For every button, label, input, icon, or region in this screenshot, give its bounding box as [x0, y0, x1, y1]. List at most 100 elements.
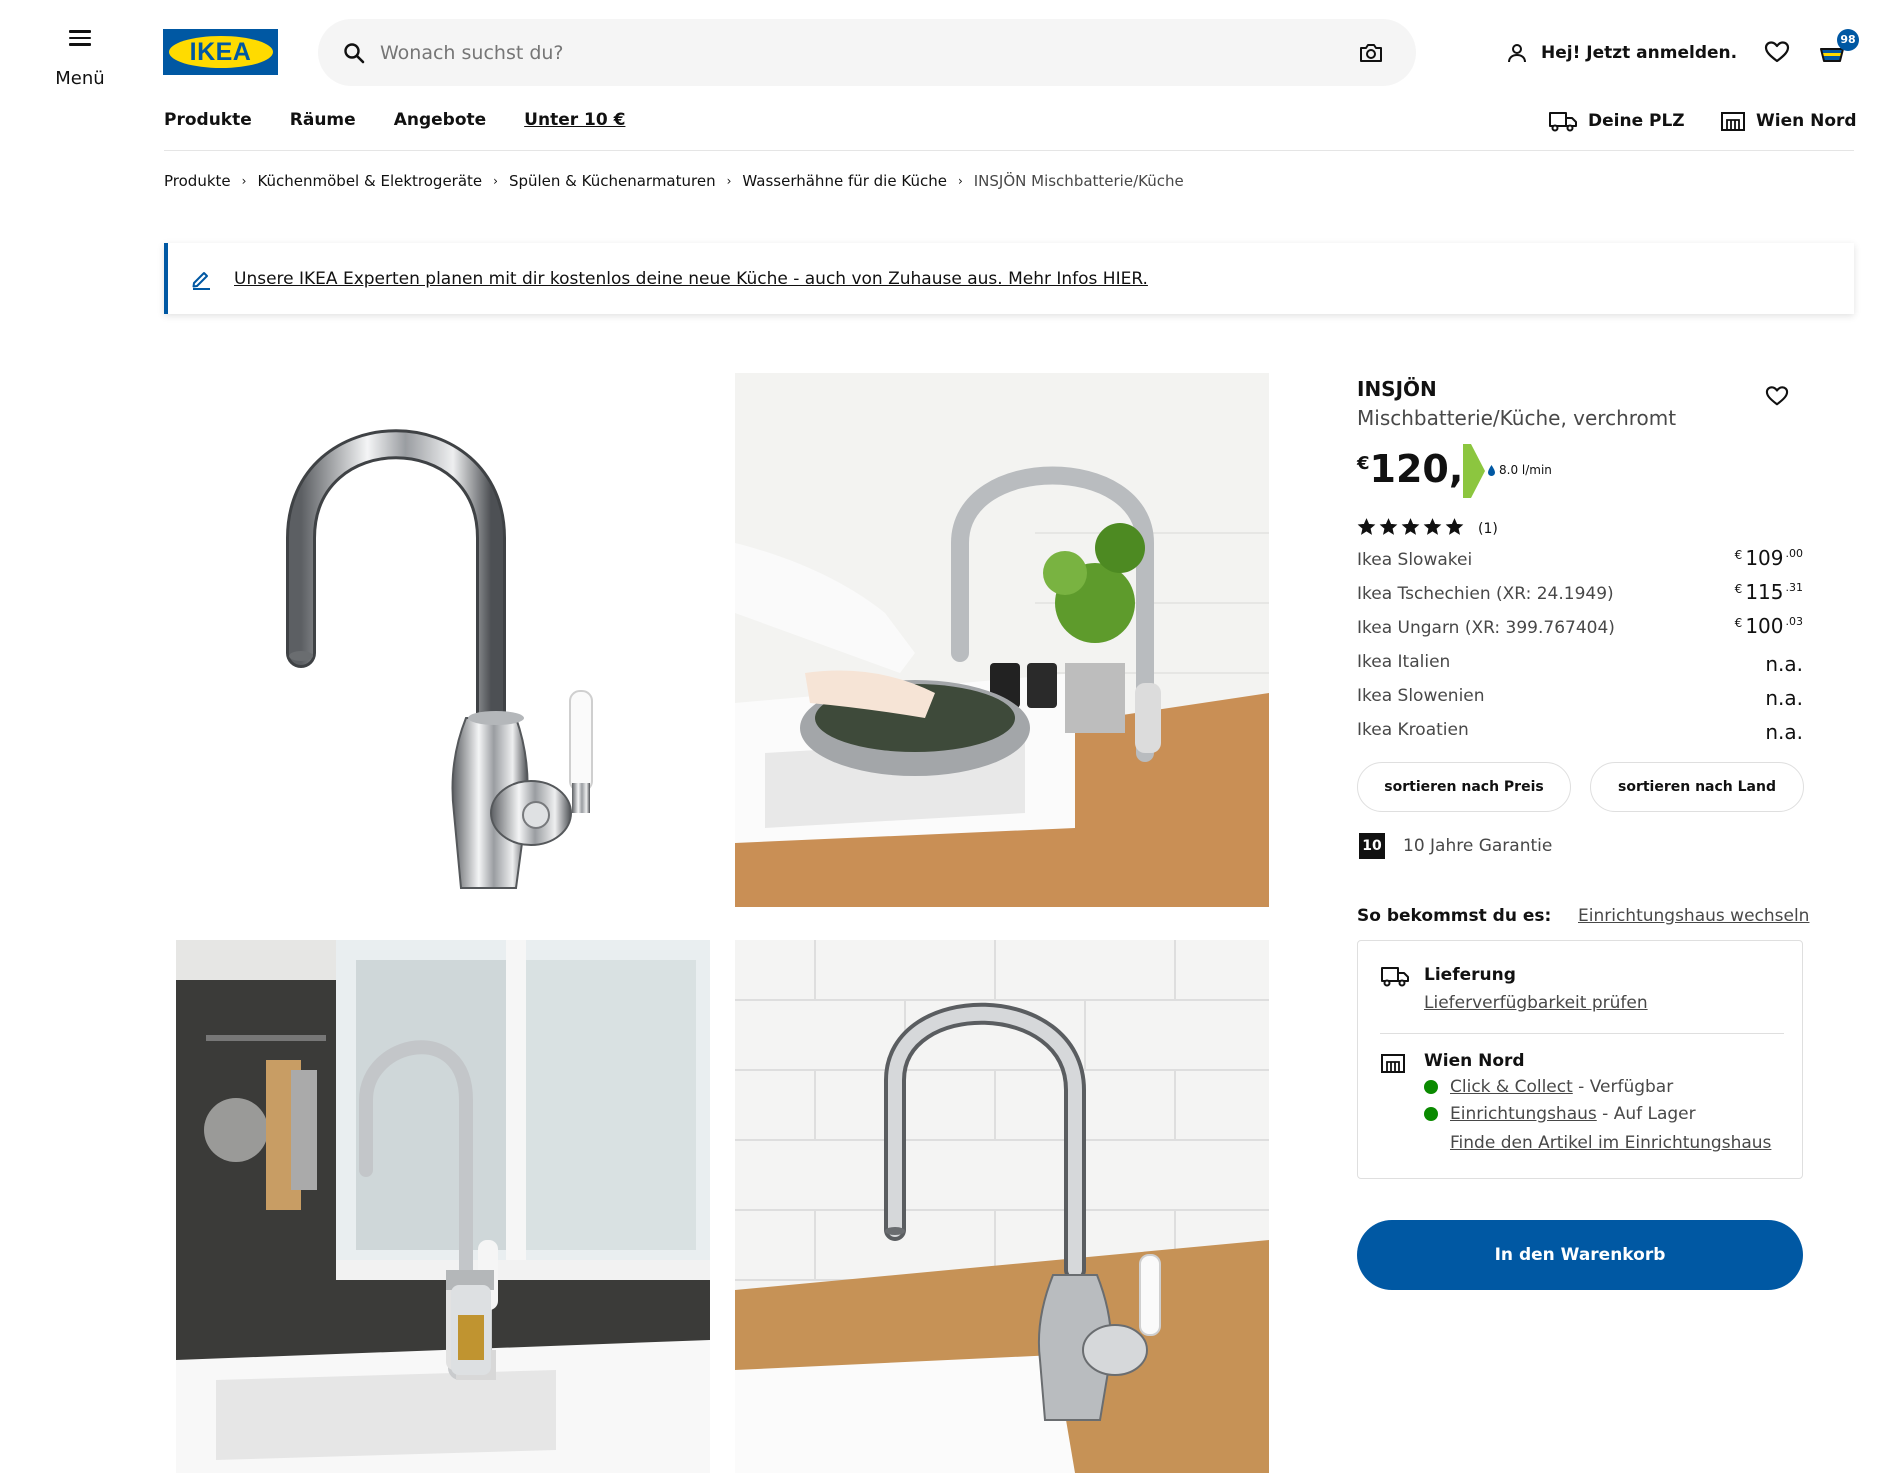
breadcrumb-wasserhaehne[interactable]: Wasserhähne für die Küche [742, 172, 947, 190]
main-navigation: Produkte Räume Angebote Unter 10 € [164, 110, 625, 130]
euro-sign: € [1734, 616, 1743, 630]
water-efficiency-label[interactable] [1463, 444, 1485, 498]
change-store-link[interactable]: Einrichtungshaus wechseln [1578, 906, 1809, 926]
price-main: 115 [1745, 580, 1784, 604]
country-link[interactable]: Ikea Slowakei [1357, 550, 1472, 570]
water-drop-icon [1488, 464, 1495, 476]
search-input[interactable] [380, 33, 1280, 73]
availability-heading: So bekommst du es: [1357, 906, 1552, 926]
price-compare-row: Ikea Italien n.a. [1357, 648, 1803, 678]
truck-icon [1549, 112, 1577, 132]
store-link[interactable]: Einrichtungshaus [1450, 1104, 1597, 1124]
product-image-window-sink[interactable] [176, 940, 710, 1473]
price-compare-row: Ikea Tschechien (XR: 24.1949) €115.31 [1357, 580, 1803, 610]
postal-label: Deine PLZ [1588, 111, 1685, 131]
store-button[interactable]: Wien Nord [1720, 110, 1857, 132]
product-image-lifestyle-sink[interactable] [735, 373, 1269, 907]
store-icon [1721, 112, 1745, 131]
postal-code-button[interactable]: Deine PLZ [1548, 110, 1685, 132]
camera-icon[interactable] [1358, 41, 1384, 65]
chevron-right-icon: › [957, 174, 963, 188]
breadcrumb-current: INSJÖN Mischbatterie/Küche [973, 172, 1184, 190]
star-icon [1379, 518, 1398, 535]
star-icons [1357, 518, 1467, 540]
nav-produkte[interactable]: Produkte [164, 110, 252, 130]
product-name: INSJÖN [1357, 377, 1437, 401]
sort-by-price-button[interactable]: sortieren nach Preis [1357, 762, 1571, 812]
find-in-store-link[interactable]: Finde den Artikel im Einrichtungshaus [1450, 1133, 1771, 1153]
click-collect-link[interactable]: Click & Collect [1450, 1077, 1573, 1097]
heart-icon[interactable] [1764, 40, 1790, 64]
nav-angebote[interactable]: Angebote [394, 110, 486, 130]
nav-unter-10[interactable]: Unter 10 € [524, 110, 625, 130]
breadcrumb-kuechenmoebel[interactable]: Küchenmöbel & Elektrogeräte [257, 172, 482, 190]
banner-link[interactable]: Unsere IKEA Experten planen mit dir kost… [234, 269, 1148, 289]
price-decimals: .31 [1785, 581, 1804, 594]
product-image-faucet[interactable] [176, 373, 710, 907]
user-icon [1508, 44, 1526, 63]
price-not-available: n.a. [1765, 652, 1803, 676]
status-dot-icon [1424, 1080, 1438, 1094]
chevron-right-icon: › [241, 174, 247, 188]
kitchen-sink-photo [735, 373, 1269, 907]
breadcrumb-spuelen[interactable]: Spülen & Küchenarmaturen [509, 172, 716, 190]
price-not-available: n.a. [1765, 686, 1803, 710]
store-icon [1381, 1054, 1405, 1073]
store-stock-status: Einrichtungshaus - Auf Lager [1424, 1104, 1696, 1124]
status-dot-icon [1424, 1107, 1438, 1121]
logo-text: IKEA [189, 37, 252, 66]
login-label: Hej! Jetzt anmelden. [1541, 43, 1738, 63]
availability-divider [1380, 1033, 1784, 1034]
price-compare-row: Ikea Slowakei €109.00 [1357, 546, 1803, 576]
faucet-photo [286, 429, 593, 889]
price-compare-row: Ikea Kroatien n.a. [1357, 716, 1803, 746]
country-link[interactable]: Ikea Italien [1357, 652, 1450, 672]
menu-button[interactable]: Menü [40, 24, 120, 94]
kitchen-planning-banner: Unsere IKEA Experten planen mit dir kost… [164, 243, 1854, 314]
price-currency: € [1357, 453, 1370, 474]
guarantee-badge-icon: 10 [1359, 833, 1385, 859]
click-collect-status-text: - Verfügbar [1572, 1077, 1674, 1097]
exchange-rate: (XR: 24.1949) [1490, 584, 1614, 604]
price-compare-row: Ikea Slowenien n.a. [1357, 682, 1803, 712]
country-link[interactable]: Ikea Slowenien [1357, 686, 1485, 706]
nav-raeume[interactable]: Räume [290, 110, 356, 130]
flow-rate: 8.0 l/min [1487, 463, 1552, 477]
pencil-icon [192, 271, 210, 290]
guarantee-info[interactable]: 10 10 Jahre Garantie [1359, 833, 1552, 859]
star-icon [1401, 518, 1420, 535]
menu-label: Menü [55, 68, 105, 89]
store-stock-text: - Auf Lager [1596, 1104, 1696, 1124]
guarantee-text: 10 Jahre Garantie [1403, 836, 1553, 856]
price-decimals: .03 [1785, 615, 1804, 628]
breadcrumb: Produkte › Küchenmöbel & Elektrogeräte ›… [164, 172, 1184, 190]
price-not-available: n.a. [1765, 720, 1803, 744]
sort-by-country-button[interactable]: sortieren nach Land [1590, 762, 1804, 812]
price-compare-row: Ikea Ungarn (XR: 399.767404) €100.03 [1357, 614, 1803, 644]
price-decimals: .00 [1785, 547, 1804, 560]
country-link[interactable]: Ikea Kroatien [1357, 720, 1469, 740]
hamburger-icon [69, 30, 91, 46]
euro-sign: € [1734, 582, 1743, 596]
click-collect-status: Click & Collect - Verfügbar [1424, 1077, 1673, 1097]
product-image-tiled-wall[interactable] [735, 940, 1269, 1473]
country-link[interactable]: Ikea Ungarn [1357, 618, 1459, 638]
chevron-right-icon: › [493, 174, 498, 188]
delivery-check-link[interactable]: Lieferverfügbarkeit prüfen [1424, 993, 1648, 1013]
add-to-cart-button[interactable]: In den Warenkorb [1357, 1220, 1803, 1290]
product-description: Mischbatterie/Küche, verchromt [1357, 406, 1677, 430]
store-label: Wien Nord [1756, 111, 1857, 131]
header-divider [164, 150, 1854, 151]
country-link[interactable]: Ikea Tschechien [1357, 584, 1491, 604]
login-link[interactable]: Hej! Jetzt anmelden. [1505, 38, 1737, 68]
truck-icon [1381, 967, 1409, 987]
exchange-rate: (XR: 399.767404) [1459, 618, 1615, 638]
search-icon [344, 43, 365, 64]
flow-rate-value: 8.0 l/min [1499, 463, 1552, 477]
availability-box: Lieferung Lieferverfügbarkeit prüfen Wie… [1357, 940, 1803, 1179]
breadcrumb-produkte[interactable]: Produkte [164, 172, 231, 190]
favorite-heart-icon[interactable] [1765, 385, 1789, 407]
rating-stars[interactable]: (1) [1357, 518, 1498, 540]
search-bar[interactable] [318, 19, 1416, 86]
ikea-logo[interactable]: IKEA [163, 29, 278, 75]
